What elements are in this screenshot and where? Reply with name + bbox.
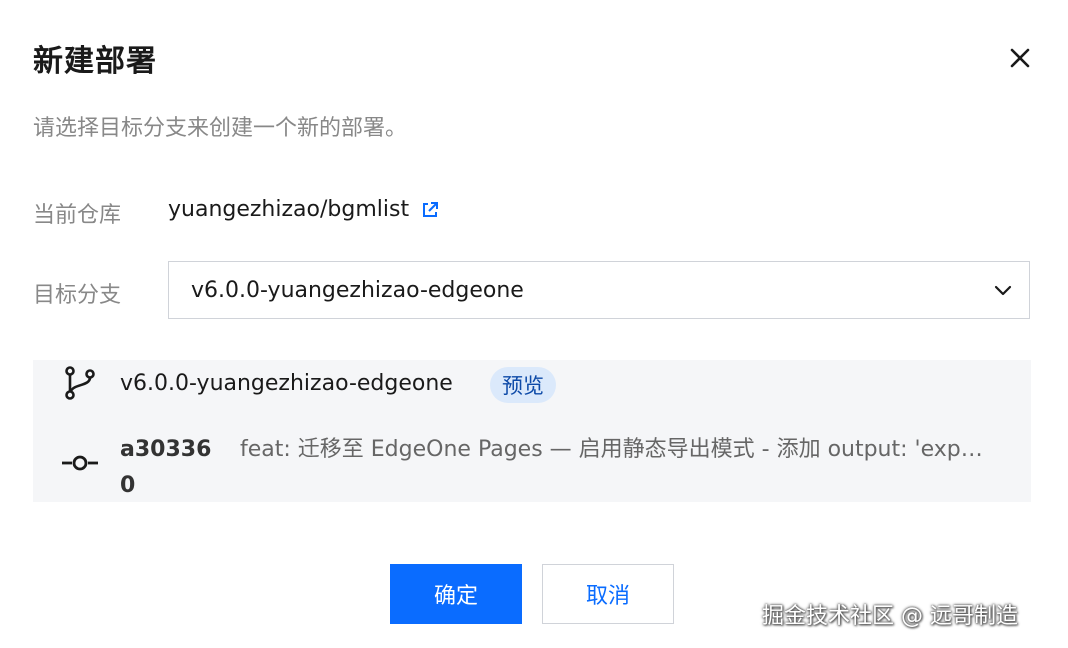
- dialog-subtitle: 请选择目标分支来创建一个新的部署。: [33, 116, 408, 141]
- git-commit-icon: [62, 455, 98, 471]
- repo-label: 当前仓库: [33, 203, 122, 228]
- branch-name: v6.0.0-yuangezhizao-edgeone: [120, 371, 453, 396]
- git-branch-icon: [65, 366, 95, 400]
- cancel-button[interactable]: 取消: [542, 564, 674, 624]
- repo-name: yuangezhizao/bgmlist: [168, 197, 410, 222]
- target-branch-value: v6.0.0-yuangezhizao-edgeone: [191, 277, 524, 303]
- confirm-button[interactable]: 确定: [390, 564, 522, 624]
- target-branch-select[interactable]: v6.0.0-yuangezhizao-edgeone: [168, 261, 1030, 319]
- chevron-down-icon: [994, 285, 1012, 296]
- external-link-icon: [423, 201, 439, 217]
- close-icon: [1010, 48, 1030, 68]
- branch-label: 目标分支: [33, 283, 122, 308]
- repo-value-row: yuangezhizao/bgmlist: [168, 197, 439, 222]
- watermark: 掘金技术社区 @ 远哥制造: [762, 604, 1018, 629]
- branch-info-panel: v6.0.0-yuangezhizao-edgeone 预览 a303360 f…: [33, 360, 1031, 502]
- new-deployment-dialog: 新建部署 请选择目标分支来创建一个新的部署。 当前仓库 yuangezhizao…: [0, 0, 1068, 648]
- commit-message: feat: 迁移至 EdgeOne Pages — 启用静态导出模式 - 添加 …: [240, 437, 992, 462]
- close-button[interactable]: [1004, 42, 1036, 74]
- commit-hash: a303360: [120, 437, 212, 498]
- preview-badge: 预览: [490, 367, 556, 403]
- dialog-title: 新建部署: [33, 44, 157, 79]
- external-link-button[interactable]: [421, 201, 439, 219]
